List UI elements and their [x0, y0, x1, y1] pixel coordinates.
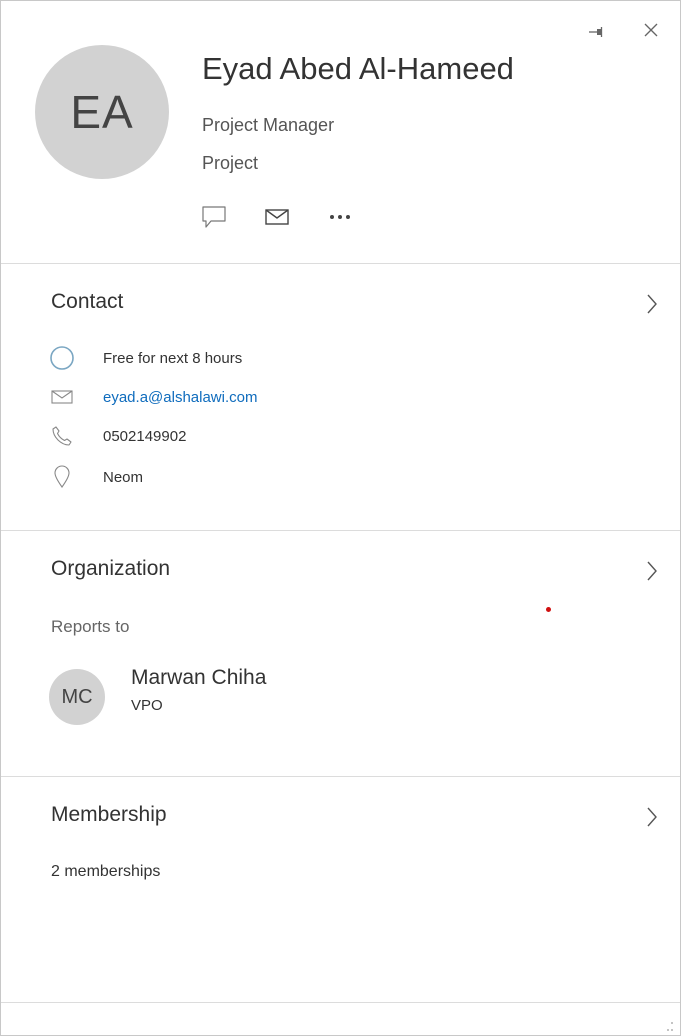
close-icon: [644, 23, 658, 37]
avatar: EA: [35, 45, 169, 179]
membership-section-title: Membership: [51, 803, 167, 826]
quick-actions: [198, 201, 387, 233]
email-row: eyad.a@alshalawi.com: [49, 382, 257, 412]
email-button[interactable]: [261, 201, 293, 233]
chat-bubble-icon: [202, 206, 226, 228]
contact-card: EA Eyad Abed Al-Hameed Project Manager P…: [0, 0, 681, 1036]
card-header: EA Eyad Abed Al-Hameed Project Manager P…: [1, 1, 680, 264]
close-button[interactable]: [640, 19, 662, 41]
card-footer: [1, 1002, 680, 1036]
membership-section: Membership 2 memberships: [1, 777, 680, 1001]
contact-expand-button[interactable]: [643, 292, 661, 316]
contact-section: Contact Free for next 8 hours eyad.a@als…: [1, 264, 680, 531]
memberships-count[interactable]: 2 memberships: [51, 863, 160, 881]
phone-icon: [49, 423, 75, 449]
phone-row: 0502149902: [49, 421, 186, 451]
job-title: Project Manager: [202, 115, 335, 135]
contact-section-title: Contact: [51, 290, 124, 313]
resize-grip-icon[interactable]: [662, 1020, 674, 1032]
membership-expand-button[interactable]: [643, 805, 661, 829]
manager-item[interactable]: MC Marwan Chiha VPO: [49, 666, 349, 736]
organization-expand-button[interactable]: [643, 559, 661, 583]
organization-section-title: Organization: [51, 557, 171, 580]
chevron-right-icon: [647, 807, 657, 827]
location-row: Neom: [49, 462, 143, 492]
pin-icon: [589, 27, 603, 37]
reports-to-label: Reports to: [51, 617, 130, 636]
more-icon: [330, 215, 350, 219]
chat-button[interactable]: [198, 201, 230, 233]
location-text: Neom: [103, 468, 144, 486]
phone-number[interactable]: 0502149902: [103, 428, 186, 445]
organization-section: Organization Reports to MC Marwan Chiha …: [1, 531, 680, 777]
manager-title: VPO: [131, 697, 163, 714]
manager-name: Marwan Chiha: [131, 666, 267, 689]
chevron-right-icon: [647, 294, 657, 314]
availability-row: Free for next 8 hours: [49, 343, 242, 373]
pin-button[interactable]: [585, 21, 607, 43]
location-pin-icon: [49, 464, 75, 490]
mail-icon: [49, 384, 75, 410]
marker-dot: [546, 607, 551, 612]
email-link[interactable]: eyad.a@alshalawi.com: [103, 389, 257, 406]
chevron-right-icon: [647, 561, 657, 581]
person-name: Eyad Abed Al-Hameed: [202, 51, 514, 86]
more-button[interactable]: [324, 201, 356, 233]
availability-text: Free for next 8 hours: [103, 349, 243, 367]
mail-icon: [265, 209, 289, 225]
department: Project: [202, 153, 259, 173]
manager-avatar: MC: [49, 669, 105, 725]
presence-icon: [49, 345, 75, 371]
